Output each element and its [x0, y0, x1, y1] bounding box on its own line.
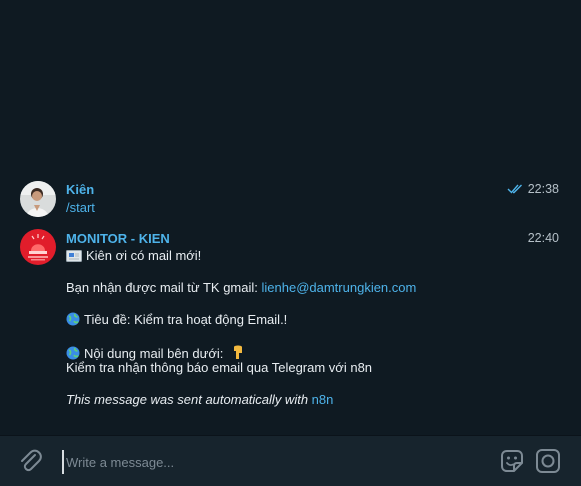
sender-name[interactable]: Kiên: [66, 182, 94, 197]
read-checkmarks-icon: [507, 184, 522, 194]
user-avatar[interactable]: [20, 181, 56, 217]
message-line: Bạn nhận được mail từ TK gmail: lienhe@d…: [66, 280, 416, 296]
instant-camera-icon[interactable]: [535, 448, 561, 474]
globe-icon: [66, 346, 80, 360]
message-text: Kiên ơi có mail mới!: [86, 248, 202, 263]
message-monitor[interactable]: MONITOR - KIEN 22:40 Kiên ơi có mail mới…: [0, 228, 581, 413]
envelope-icon: [66, 250, 82, 262]
sender-name[interactable]: MONITOR - KIEN: [66, 231, 170, 246]
message-time: 22:38: [527, 182, 559, 196]
paperclip-icon[interactable]: [16, 447, 44, 475]
email-link[interactable]: lienhe@damtrungkien.com: [262, 280, 417, 295]
command-link[interactable]: /start: [66, 200, 95, 216]
pointing-down-icon: [233, 345, 242, 359]
siren-avatar[interactable]: [20, 229, 56, 265]
globe-icon: [66, 312, 80, 326]
message-text: Tiêu đề: Kiểm tra hoạt động Email.!: [84, 312, 288, 327]
message-text: Nội dung mail bên dưới:: [84, 346, 224, 361]
footer-text: This message was sent automatically with: [66, 392, 312, 407]
message-line: Kiên ơi có mail mới!: [66, 248, 201, 264]
message-text: Bạn nhận được mail từ TK gmail:: [66, 280, 262, 295]
message-kien[interactable]: Kiên 22:38 /start: [0, 180, 581, 220]
sticker-icon[interactable]: [498, 447, 526, 475]
chat-area: Kiên 22:38 /start MONITOR - KIEN 22:40 K…: [0, 0, 581, 435]
n8n-link[interactable]: n8n: [312, 392, 334, 407]
message-composer: [0, 435, 581, 486]
message-input[interactable]: [62, 450, 468, 474]
message-time: 22:40: [527, 231, 559, 245]
message-line: Tiêu đề: Kiểm tra hoạt động Email.!: [66, 312, 287, 328]
message-line: Kiểm tra nhận thông báo email qua Telegr…: [66, 360, 373, 375]
message-line: This message was sent automatically with…: [66, 392, 333, 408]
